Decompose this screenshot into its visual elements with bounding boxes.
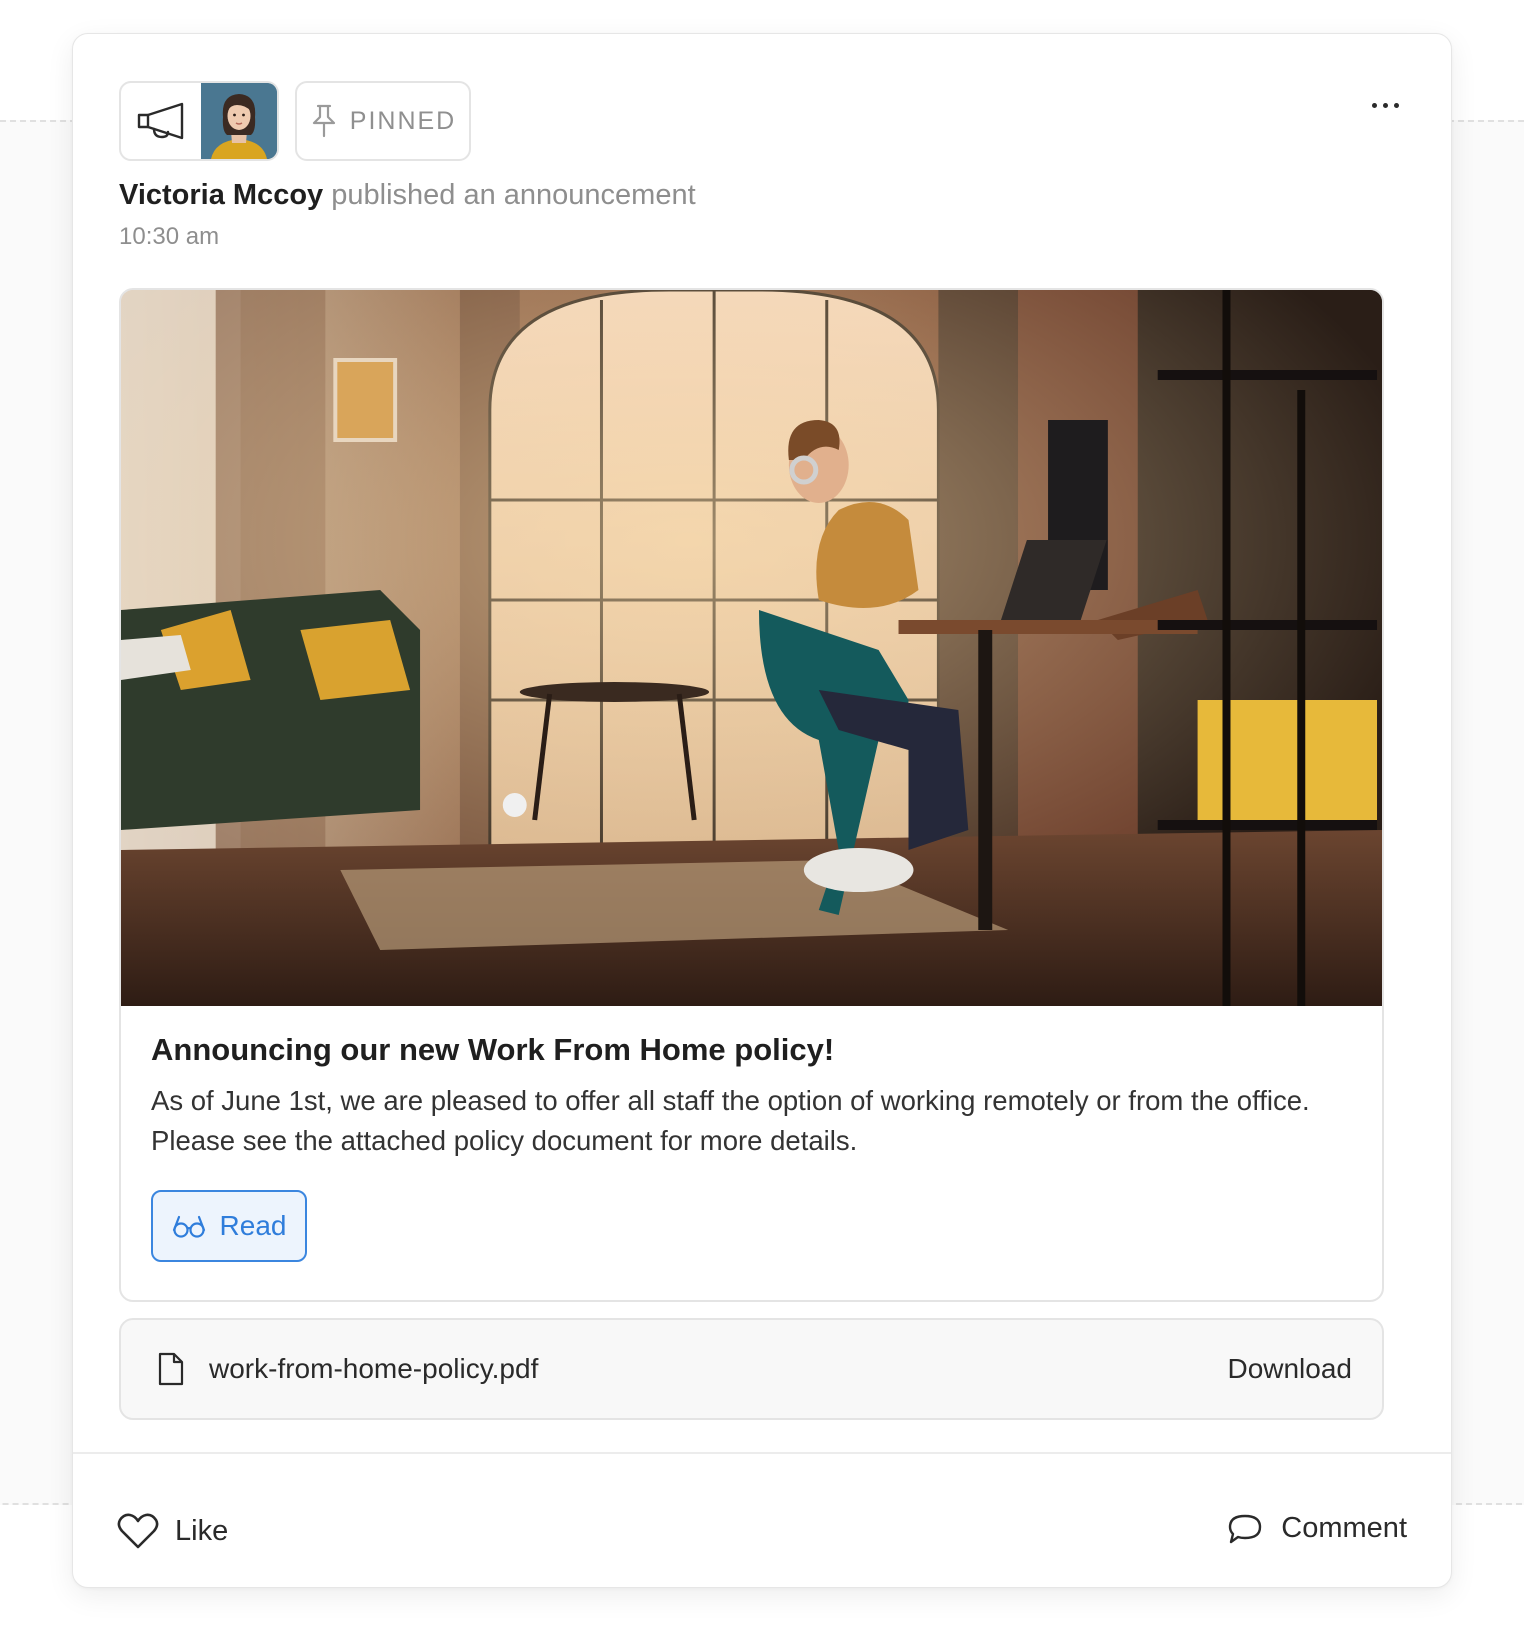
post-timestamp: 10:30 am [119, 223, 220, 250]
announcement-text: As of June 1st, we are pleased to offer … [151, 1085, 1310, 1156]
announcement-hero-image [121, 290, 1382, 1006]
announcement-content: Announcing our new Work From Home policy… [119, 288, 1384, 1302]
glasses-icon [172, 1215, 205, 1238]
pin-icon [312, 104, 335, 138]
pinned-label: PINNED [349, 106, 457, 135]
card-footer-divider [73, 1452, 1451, 1454]
announcement-card: PINNED Victoria Mccoy published an annou… [72, 33, 1452, 1588]
pinned-badge: PINNED [295, 81, 471, 161]
comment-label: Comment [1281, 1512, 1407, 1544]
announcement-title: Announcing our new Work From Home policy… [151, 1032, 835, 1067]
attachment-row: work-from-home-policy.pdf Download [119, 1318, 1384, 1420]
like-label: Like [175, 1514, 229, 1547]
read-label: Read [219, 1210, 287, 1241]
post-action-text: published an announcement [331, 179, 696, 211]
comment-bubble-icon [1229, 1514, 1262, 1543]
attachment-file-name[interactable]: work-from-home-policy.pdf [209, 1353, 1227, 1385]
like-button[interactable]: Like [117, 1512, 228, 1550]
feed-stage: PINNED Victoria Mccoy published an annou… [0, 0, 1524, 1640]
author-avatar[interactable] [201, 83, 277, 159]
more-options-button[interactable] [1363, 92, 1407, 118]
author-name[interactable]: Victoria Mccoy [119, 179, 323, 211]
megaphone-icon [121, 83, 201, 159]
author-badge-group [119, 81, 279, 161]
read-button[interactable]: Read [151, 1190, 307, 1262]
file-icon [158, 1352, 184, 1386]
heart-icon [117, 1513, 159, 1549]
more-horizontal-icon [1371, 102, 1377, 108]
post-byline: Victoria Mccoy published an announcement [119, 179, 696, 212]
post-badges: PINNED [119, 81, 471, 161]
comment-button[interactable]: Comment [1227, 1512, 1407, 1545]
download-button[interactable]: Download [1227, 1353, 1352, 1385]
